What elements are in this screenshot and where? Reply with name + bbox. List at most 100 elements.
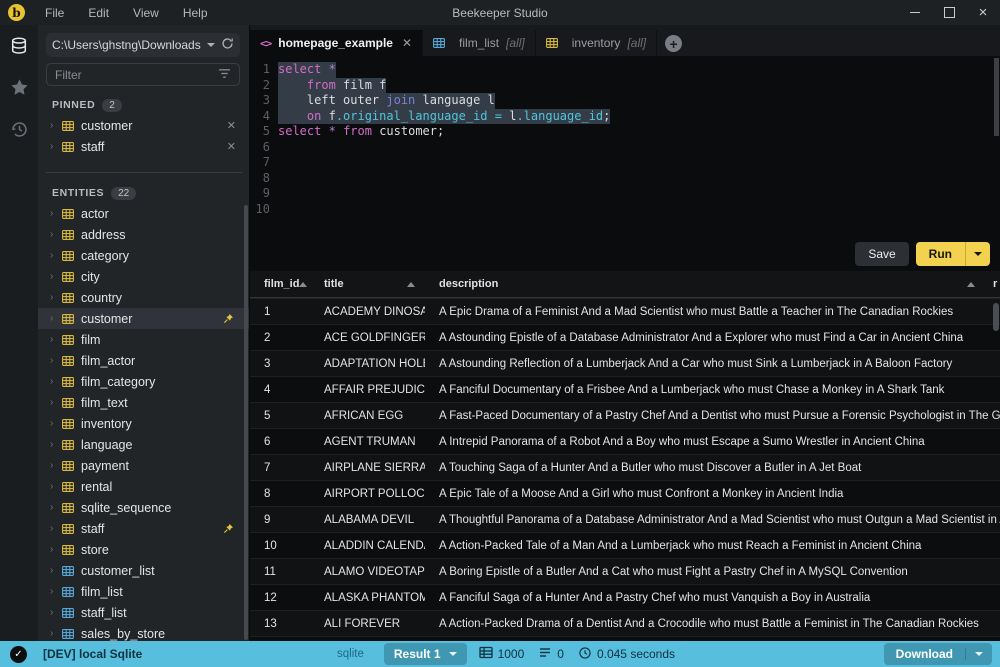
table-row[interactable]: 4AFFAIR PREJUDICEA Fanciful Documentary …	[250, 376, 1000, 402]
maximize-button[interactable]	[932, 0, 966, 25]
menu-file[interactable]: File	[35, 3, 74, 23]
sidebar-item-actor[interactable]: ›actor	[38, 203, 250, 224]
editor-scrollbar[interactable]	[994, 58, 999, 136]
chevron-right-icon[interactable]: ›	[50, 607, 62, 618]
sidebar-item-staff[interactable]: ›staff✕	[38, 136, 250, 157]
table-row[interactable]: 10ALADDIN CALENDARA Action-Packed Tale o…	[250, 532, 1000, 558]
sidebar-item-country[interactable]: ›country	[38, 287, 250, 308]
sidebar-item-inventory[interactable]: ›inventory	[38, 413, 250, 434]
chevron-right-icon[interactable]: ›	[50, 460, 62, 471]
result-selector[interactable]: Result 1	[384, 643, 467, 665]
unpin-close-icon[interactable]: ✕	[227, 119, 236, 132]
download-options-button[interactable]	[965, 648, 992, 660]
sidebar-scrollbar[interactable]	[244, 205, 248, 640]
sort-asc-icon[interactable]	[299, 282, 307, 287]
sidebar-item-store[interactable]: ›store	[38, 539, 250, 560]
chevron-right-icon[interactable]: ›	[50, 120, 62, 131]
chevron-right-icon[interactable]: ›	[50, 481, 62, 492]
unpin-close-icon[interactable]: ✕	[227, 140, 236, 153]
minimize-button[interactable]	[898, 0, 932, 25]
sidebar-item-city[interactable]: ›city	[38, 266, 250, 287]
sidebar-item-film_list[interactable]: ›film_list	[38, 581, 250, 602]
chevron-right-icon[interactable]: ›	[50, 565, 62, 576]
column-header-title[interactable]: title	[310, 278, 425, 290]
sidebar-item-rental[interactable]: ›rental	[38, 476, 250, 497]
chevron-right-icon[interactable]: ›	[50, 313, 62, 324]
column-header-description[interactable]: description	[425, 278, 985, 290]
chevron-right-icon[interactable]: ›	[50, 544, 62, 555]
menu-view[interactable]: View	[123, 3, 169, 23]
table-row[interactable]: 8AIRPORT POLLOCKA Epic Tale of a Moose A…	[250, 480, 1000, 506]
chevron-right-icon[interactable]: ›	[50, 586, 62, 597]
download-label[interactable]: Download	[884, 643, 965, 665]
tab-inventory[interactable]: inventory[all]	[536, 30, 657, 56]
table-row[interactable]: 5AFRICAN EGGA Fast-Paced Documentary of …	[250, 402, 1000, 428]
connection-dropdown[interactable]: C:\Users\ghstng\Downloads	[46, 33, 240, 57]
sidebar-item-film_text[interactable]: ›film_text	[38, 392, 250, 413]
run-button-label[interactable]: Run	[916, 242, 965, 266]
sidebar-item-payment[interactable]: ›payment	[38, 455, 250, 476]
sidebar-item-film_category[interactable]: ›film_category	[38, 371, 250, 392]
run-button[interactable]: Run	[916, 242, 990, 266]
favorites-panel-button[interactable]	[7, 77, 31, 101]
editor-line: 6	[250, 140, 1000, 156]
download-button[interactable]: Download	[884, 643, 992, 665]
run-options-button[interactable]	[965, 242, 990, 266]
chevron-right-icon[interactable]: ›	[50, 628, 62, 639]
sidebar-item-address[interactable]: ›address	[38, 224, 250, 245]
entity-filter-input[interactable]: Filter	[46, 63, 240, 86]
grid-vertical-scrollbar[interactable]	[993, 303, 999, 331]
table-row[interactable]: 7AIRPLANE SIERRAA Touching Saga of a Hun…	[250, 454, 1000, 480]
sort-asc-icon[interactable]	[407, 282, 415, 287]
chevron-right-icon[interactable]: ›	[50, 250, 62, 261]
column-header-partial[interactable]: r	[985, 278, 1000, 290]
sort-asc-icon[interactable]	[967, 282, 975, 287]
sidebar-item-staff[interactable]: ›staff	[38, 518, 250, 539]
tab-homepage_example[interactable]: <>homepage_example✕	[250, 30, 423, 56]
sidebar-item-customer[interactable]: ›customer✕	[38, 115, 250, 136]
chevron-right-icon[interactable]: ›	[50, 439, 62, 450]
table-row[interactable]: 3ADAPTATION HOLESA Astounding Reflection…	[250, 350, 1000, 376]
menu-help[interactable]: Help	[173, 3, 218, 23]
chevron-right-icon[interactable]: ›	[50, 141, 62, 152]
refresh-icon[interactable]	[221, 37, 234, 53]
table-row[interactable]: 1ACADEMY DINOSAURA Epic Drama of a Femin…	[250, 298, 1000, 324]
table-row[interactable]: 9ALABAMA DEVILA Thoughtful Panorama of a…	[250, 506, 1000, 532]
chevron-right-icon[interactable]: ›	[50, 397, 62, 408]
column-header-film-id[interactable]: film_id	[250, 278, 310, 290]
chevron-right-icon[interactable]: ›	[50, 376, 62, 387]
sidebar-item-language[interactable]: ›language	[38, 434, 250, 455]
sidebar-item-sales_by_store[interactable]: ›sales_by_store	[38, 623, 250, 641]
chevron-right-icon[interactable]: ›	[50, 271, 62, 282]
tab-film_list[interactable]: film_list[all]	[423, 30, 536, 56]
sidebar-item-staff_list[interactable]: ›staff_list	[38, 602, 250, 623]
chevron-right-icon[interactable]: ›	[50, 418, 62, 429]
database-panel-button[interactable]	[7, 35, 31, 59]
table-row[interactable]: 2ACE GOLDFINGERA Astounding Epistle of a…	[250, 324, 1000, 350]
chevron-right-icon[interactable]: ›	[50, 292, 62, 303]
sidebar-item-film_actor[interactable]: ›film_actor	[38, 350, 250, 371]
close-button[interactable]: ×	[966, 0, 1000, 25]
sql-editor[interactable]: 1select *2 from film f3 left outer join …	[250, 56, 1000, 271]
save-button[interactable]: Save	[855, 242, 908, 266]
chevron-right-icon[interactable]: ›	[50, 229, 62, 240]
chevron-right-icon[interactable]: ›	[50, 208, 62, 219]
cell-description: A Epic Drama of a Feminist And a Mad Sci…	[425, 306, 1000, 318]
table-row[interactable]: 6AGENT TRUMANA Intrepid Panorama of a Ro…	[250, 428, 1000, 454]
chevron-right-icon[interactable]: ›	[50, 355, 62, 366]
chevron-right-icon[interactable]: ›	[50, 502, 62, 513]
new-tab-button[interactable]: +	[665, 35, 682, 52]
table-row[interactable]: 11ALAMO VIDEOTAPEA Boring Epistle of a B…	[250, 558, 1000, 584]
history-panel-button[interactable]	[7, 119, 31, 143]
menu-edit[interactable]: Edit	[78, 3, 119, 23]
sidebar-item-customer[interactable]: ›customer	[38, 308, 250, 329]
table-row[interactable]: 12ALASKA PHANTOMA Fanciful Saga of a Hun…	[250, 584, 1000, 610]
chevron-right-icon[interactable]: ›	[50, 334, 62, 345]
tab-close-icon[interactable]: ✕	[402, 36, 412, 50]
table-row[interactable]: 13ALI FOREVERA Action-Packed Drama of a …	[250, 610, 1000, 636]
sidebar-item-customer_list[interactable]: ›customer_list	[38, 560, 250, 581]
sidebar-item-category[interactable]: ›category	[38, 245, 250, 266]
chevron-right-icon[interactable]: ›	[50, 523, 62, 534]
sidebar-item-film[interactable]: ›film	[38, 329, 250, 350]
sidebar-item-sqlite_sequence[interactable]: ›sqlite_sequence	[38, 497, 250, 518]
